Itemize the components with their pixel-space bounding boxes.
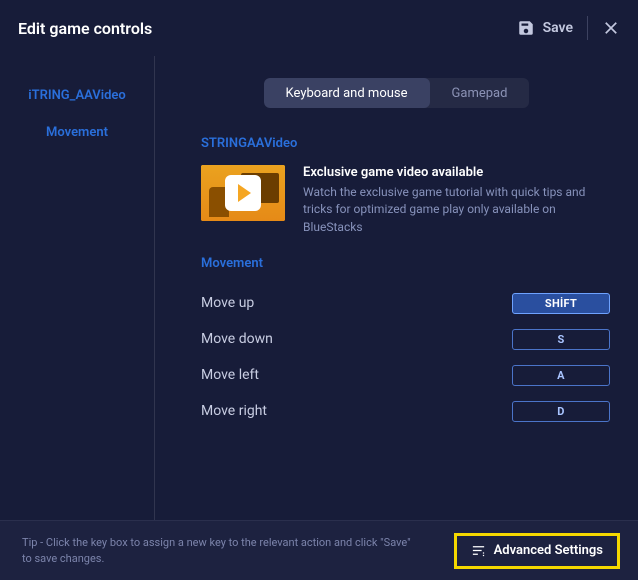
key-box-move-down[interactable]: S — [512, 329, 610, 350]
save-button[interactable]: Save — [517, 19, 573, 37]
header-divider — [587, 16, 588, 40]
video-title: Exclusive game video available — [303, 165, 600, 180]
advanced-settings-button[interactable]: Advanced Settings — [454, 533, 620, 569]
binding-action-label: Move down — [201, 331, 273, 347]
sidebar-item-video[interactable]: iTRING_AAVideo — [28, 88, 126, 103]
settings-icon — [471, 543, 486, 558]
tab-keyboard-mouse[interactable]: Keyboard and mouse — [264, 78, 430, 108]
binding-row: Move right D — [201, 393, 610, 429]
tab-group: Keyboard and mouse Gamepad — [264, 78, 530, 108]
advanced-settings-label: Advanced Settings — [494, 543, 603, 558]
binding-row: Move down S — [201, 321, 610, 357]
binding-row: Move up SHİFT — [201, 285, 610, 321]
binding-action-label: Move left — [201, 367, 259, 383]
close-button[interactable] — [602, 19, 620, 37]
video-description: Watch the exclusive game tutorial with q… — [303, 184, 600, 236]
page-title: Edit game controls — [18, 19, 152, 38]
movement-section-label: Movement — [201, 256, 610, 271]
video-thumbnail[interactable] — [201, 165, 285, 221]
binding-action-label: Move up — [201, 295, 254, 311]
key-box-move-up[interactable]: SHİFT — [512, 293, 610, 314]
key-box-move-right[interactable]: D — [512, 401, 610, 422]
tab-gamepad[interactable]: Gamepad — [430, 78, 530, 108]
close-icon — [602, 19, 620, 37]
save-label: Save — [543, 20, 573, 36]
sidebar-item-movement[interactable]: Movement — [46, 125, 108, 140]
key-box-move-left[interactable]: A — [512, 365, 610, 386]
save-icon — [517, 19, 535, 37]
footer-tip: Tip - Click the key box to assign a new … — [22, 535, 422, 567]
bindings-list: Move up SHİFT Move down S Move left A Mo… — [201, 285, 610, 429]
sidebar: iTRING_AAVideo Movement — [0, 56, 155, 520]
play-icon — [225, 175, 261, 211]
video-section-label: STRINGAAVideo — [201, 136, 610, 151]
binding-row: Move left A — [201, 357, 610, 393]
binding-action-label: Move right — [201, 403, 267, 419]
